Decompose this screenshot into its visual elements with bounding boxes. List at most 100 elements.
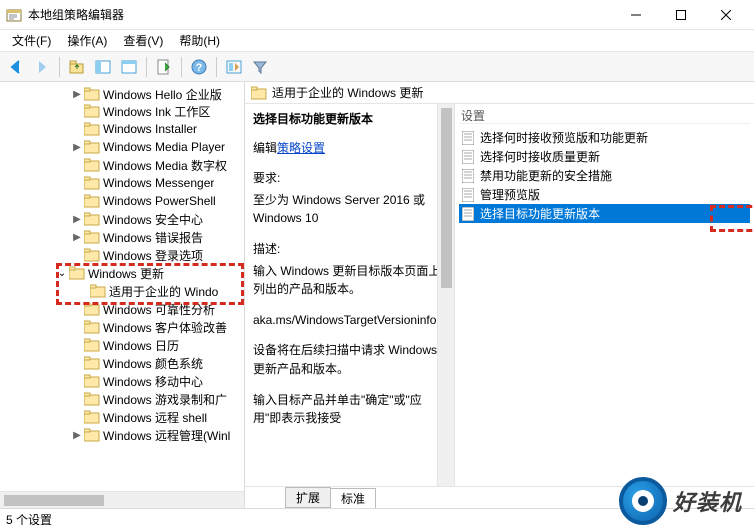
folder-icon bbox=[84, 158, 100, 172]
minimize-button[interactable] bbox=[613, 1, 658, 29]
caret-right-icon: ▶ bbox=[70, 430, 84, 441]
caret-right-icon: ▶ bbox=[70, 214, 84, 225]
setting-icon bbox=[461, 131, 475, 145]
tree-pane: ▶Windows Hello 企业版 Windows Ink 工作区 Windo… bbox=[0, 82, 245, 508]
folder-icon bbox=[84, 104, 100, 118]
tree-item[interactable]: Windows Messenger bbox=[0, 174, 244, 192]
setting-item[interactable]: 管理预览版 bbox=[459, 185, 750, 204]
tree-item[interactable]: ▶ Windows 错误报告 bbox=[0, 228, 244, 246]
tree-item-label: Windows 登录选项 bbox=[103, 247, 203, 264]
main-area: ▶Windows Hello 企业版 Windows Ink 工作区 Windo… bbox=[0, 82, 754, 509]
tree-horizontal-scrollbar[interactable] bbox=[0, 491, 244, 508]
tree-item[interactable]: Windows 颜色系统 bbox=[0, 354, 244, 372]
up-button[interactable] bbox=[65, 55, 89, 79]
tree-item[interactable]: Windows Ink 工作区 bbox=[0, 102, 244, 120]
desc-link: aka.ms/WindowsTargetVersioninfo bbox=[253, 311, 446, 330]
setting-label: 管理预览版 bbox=[480, 186, 540, 203]
setting-icon bbox=[461, 150, 475, 164]
menu-help[interactable]: 帮助(H) bbox=[171, 30, 228, 51]
tree-item[interactable]: Windows 移动中心 bbox=[0, 372, 244, 390]
tree-item-label: Windows Messenger bbox=[103, 176, 214, 190]
tree-item-label: Windows 游戏录制和广 bbox=[103, 391, 227, 408]
setting-label: 禁用功能更新的安全措施 bbox=[480, 167, 612, 184]
setting-item[interactable]: 选择何时接收预览版和功能更新 bbox=[459, 128, 750, 147]
back-button[interactable] bbox=[4, 55, 28, 79]
tree-item[interactable]: Windows PowerShell bbox=[0, 192, 244, 210]
forward-button[interactable] bbox=[30, 55, 54, 79]
tree-item[interactable]: ▶Windows 远程管理(Winl bbox=[0, 426, 244, 444]
menu-view[interactable]: 查看(V) bbox=[115, 30, 171, 51]
setting-label: 选择目标功能更新版本 bbox=[480, 205, 600, 222]
properties-button[interactable] bbox=[117, 55, 141, 79]
folder-icon bbox=[84, 302, 100, 316]
tree-item-label: Windows Media Player bbox=[103, 140, 225, 154]
tree-item[interactable]: Windows 可靠性分析 bbox=[0, 300, 244, 318]
tree-item-label: Windows 移动中心 bbox=[103, 373, 203, 390]
tree-item-label: Windows Ink 工作区 bbox=[103, 103, 210, 120]
app-icon bbox=[6, 7, 22, 23]
menu-file[interactable]: 文件(F) bbox=[4, 30, 59, 51]
refresh-button[interactable] bbox=[152, 55, 176, 79]
tree-item[interactable]: ▶ Windows Media Player bbox=[0, 138, 244, 156]
caret-right-icon: ▶ bbox=[70, 232, 84, 243]
folder-icon bbox=[84, 356, 100, 370]
tab-extended[interactable]: 扩展 bbox=[285, 487, 331, 508]
tree-item-label: Windows 远程 shell bbox=[103, 409, 207, 426]
tree-item[interactable]: Windows 远程 shell bbox=[0, 408, 244, 426]
separator bbox=[59, 57, 60, 77]
tree: ▶Windows Hello 企业版 Windows Ink 工作区 Windo… bbox=[0, 82, 244, 444]
show-hide-tree-button[interactable] bbox=[91, 55, 115, 79]
tree-item-label: Windows 错误报告 bbox=[103, 229, 203, 246]
folder-icon bbox=[84, 374, 100, 388]
menu-action[interactable]: 操作(A) bbox=[59, 30, 115, 51]
help-button[interactable]: ? bbox=[187, 55, 211, 79]
tree-item-label: Windows 客户体验改善 bbox=[103, 319, 227, 336]
tree-item-windows-update[interactable]: ⌄Windows 更新 bbox=[0, 264, 244, 282]
folder-icon bbox=[84, 428, 100, 442]
settings-panel: 设置 选择何时接收预览版和功能更新 选择何时接收质量更新 禁用功能更新的安全措施… bbox=[455, 104, 754, 486]
window-title: 本地组策略编辑器 bbox=[28, 6, 613, 23]
folder-icon bbox=[69, 266, 85, 280]
content-pane: 适用于企业的 Windows 更新 选择目标功能更新版本 编辑策略设置 要求: … bbox=[245, 82, 754, 508]
tree-item[interactable]: Windows Installer bbox=[0, 120, 244, 138]
scrollbar-thumb[interactable] bbox=[4, 495, 104, 506]
edit-policy-link[interactable]: 策略设置 bbox=[277, 141, 325, 155]
setting-label: 选择何时接收预览版和功能更新 bbox=[480, 129, 648, 146]
logo-watermark: 好装机 bbox=[619, 477, 742, 525]
scrollbar-thumb[interactable] bbox=[441, 108, 452, 288]
tree-item[interactable]: Windows 登录选项 bbox=[0, 246, 244, 264]
setting-item[interactable]: 选择何时接收质量更新 bbox=[459, 147, 750, 166]
folder-icon bbox=[90, 284, 106, 298]
settings-column-header[interactable]: 设置 bbox=[459, 108, 750, 124]
logo-icon bbox=[619, 477, 667, 525]
tree-item[interactable]: Windows 客户体验改善 bbox=[0, 318, 244, 336]
setting-item[interactable]: 禁用功能更新的安全措施 bbox=[459, 166, 750, 185]
tree-item[interactable]: ▶Windows Hello 企业版 bbox=[0, 84, 244, 102]
detail-vertical-scrollbar[interactable] bbox=[437, 104, 454, 486]
export-button[interactable] bbox=[222, 55, 246, 79]
maximize-button[interactable] bbox=[658, 1, 703, 29]
content-title: 适用于企业的 Windows 更新 bbox=[272, 84, 423, 101]
tree-item[interactable]: Windows Media 数字权 bbox=[0, 156, 244, 174]
edit-policy-line: 编辑策略设置 bbox=[253, 139, 446, 158]
folder-icon bbox=[84, 230, 100, 244]
detail-heading: 选择目标功能更新版本 bbox=[253, 110, 446, 129]
tab-standard[interactable]: 标准 bbox=[330, 488, 376, 508]
tree-item[interactable]: Windows 游戏录制和广 bbox=[0, 390, 244, 408]
close-button[interactable] bbox=[703, 1, 748, 29]
desc-text-3: 输入目标产品并单击"确定"或"应用"即表示我接受 bbox=[253, 391, 446, 428]
folder-icon bbox=[84, 392, 100, 406]
separator bbox=[216, 57, 217, 77]
caret-right-icon: ▶ bbox=[70, 89, 84, 100]
filter-button[interactable] bbox=[248, 55, 272, 79]
desc-label: 描述: bbox=[253, 240, 446, 259]
tree-scroll[interactable]: ▶Windows Hello 企业版 Windows Ink 工作区 Windo… bbox=[0, 82, 244, 491]
setting-item-selected[interactable]: 选择目标功能更新版本 bbox=[459, 204, 750, 223]
detail-panel: 选择目标功能更新版本 编辑策略设置 要求: 至少为 Windows Server… bbox=[245, 104, 455, 486]
caret-right-icon: ▶ bbox=[70, 142, 84, 153]
tree-item-business-windows[interactable]: 适用于企业的 Windo bbox=[0, 282, 244, 300]
tree-item[interactable]: Windows 日历 bbox=[0, 336, 244, 354]
setting-icon bbox=[461, 188, 475, 202]
tree-item-label: Windows 安全中心 bbox=[103, 211, 203, 228]
tree-item[interactable]: ▶ Windows 安全中心 bbox=[0, 210, 244, 228]
